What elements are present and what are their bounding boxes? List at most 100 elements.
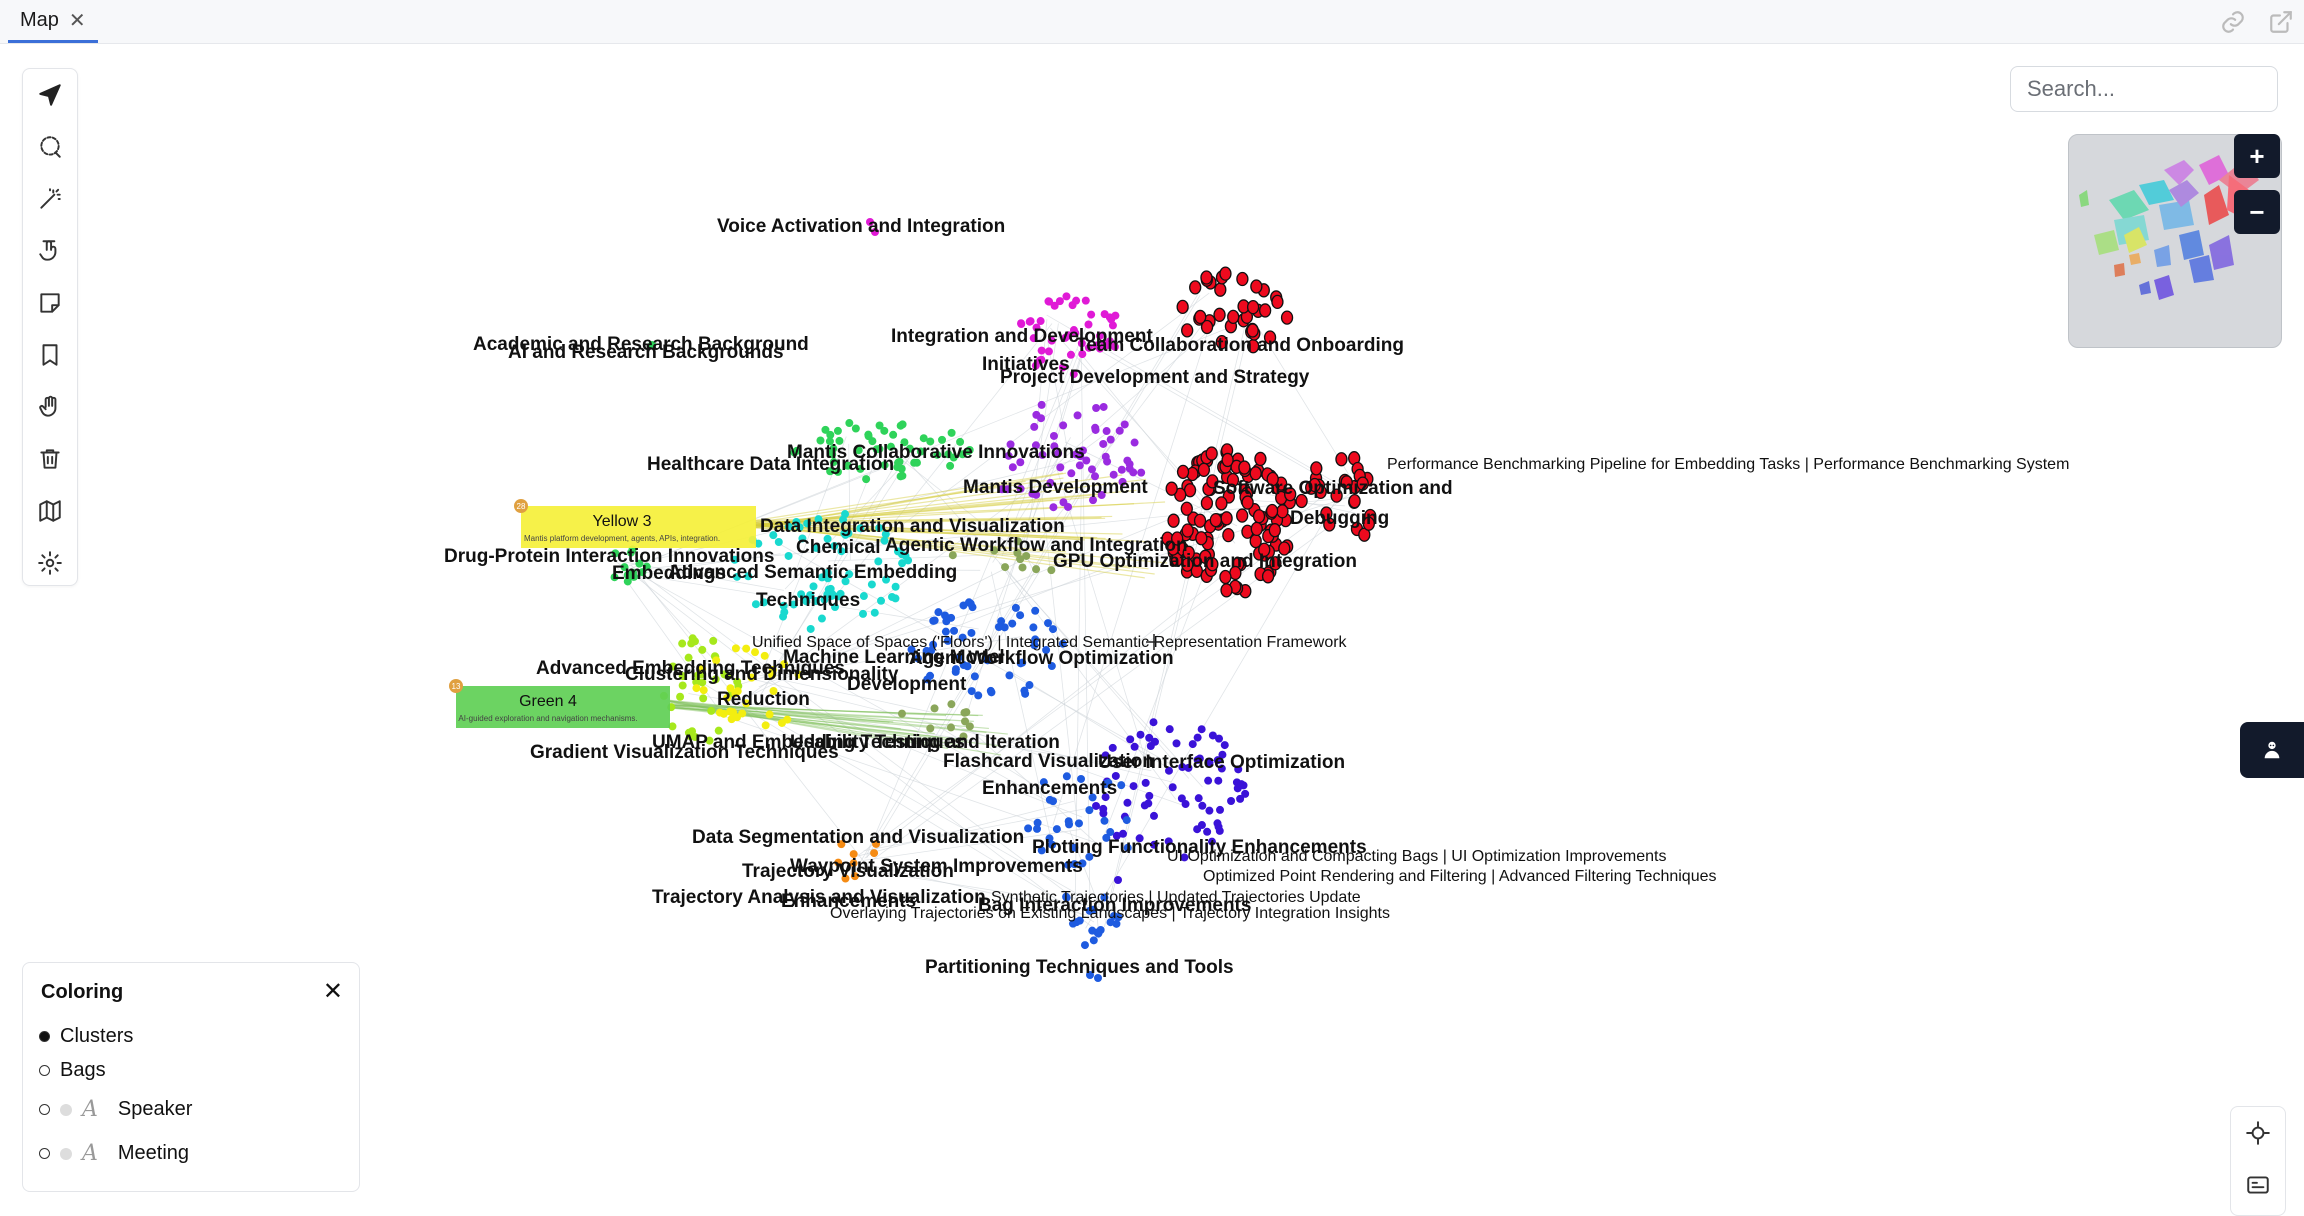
map-point (941, 611, 950, 620)
map-point (1106, 435, 1115, 444)
map-point (1252, 509, 1266, 524)
navigate-icon[interactable] (32, 77, 68, 113)
map-point (960, 708, 969, 717)
cluster-label[interactable]: AI and Research Backgrounds (508, 342, 784, 363)
agent-panel-button[interactable] (2240, 722, 2304, 778)
cluster-label[interactable]: Debugging (1290, 508, 1389, 529)
map-point (1136, 730, 1145, 739)
cluster-label[interactable]: Gradient Visualization Techniques (530, 742, 839, 763)
map-point (1214, 776, 1223, 785)
map-point (1130, 438, 1139, 447)
radio-icon[interactable] (39, 1065, 50, 1076)
bookmark-icon[interactable] (32, 337, 68, 373)
map-point (1100, 816, 1109, 825)
map-point (1145, 733, 1154, 742)
map-point (1068, 301, 1077, 310)
map-point (1205, 446, 1218, 461)
map-point (692, 684, 701, 693)
coloring-option-clusters[interactable]: Clusters (39, 1025, 133, 1048)
cluster-label[interactable]: Reduction (717, 689, 810, 710)
map-point (888, 592, 897, 601)
pointer-hand-icon[interactable] (32, 233, 68, 269)
coloring-option-speaker[interactable]: A Speaker (39, 1097, 192, 1122)
cluster-label[interactable]: Trajectory Visualization (742, 861, 954, 882)
cluster-label[interactable]: Data Segmentation and Visualization (692, 827, 1024, 848)
map-point (1335, 452, 1348, 467)
link-icon[interactable] (2220, 9, 2246, 40)
map-point (1106, 828, 1115, 837)
cluster-label[interactable]: Advanced Semantic Embedding (668, 562, 957, 583)
map-point (845, 419, 854, 428)
sticky-note[interactable]: 13 Green 4 AI-guided exploration and navig… (449, 679, 670, 728)
map-point (707, 706, 716, 715)
cluster-label[interactable]: Partitioning Techniques and Tools (925, 957, 1234, 978)
map-point (1214, 282, 1227, 297)
settings-icon[interactable] (32, 545, 68, 581)
map-point (1018, 563, 1027, 572)
item-label[interactable]: UI Optimization and Compacting Bags | UI… (1167, 848, 1666, 865)
cluster-label[interactable]: Techniques (756, 590, 860, 611)
item-label[interactable]: Synthetic Trajectories | Updated Traject… (991, 889, 1361, 906)
cluster-label[interactable]: Voice Activation and Integration (717, 216, 1005, 237)
pan-hand-icon[interactable] (32, 389, 68, 425)
map-point (731, 644, 740, 653)
sticky-note[interactable]: 28 Yellow 3 Mantis platform development, a… (514, 499, 756, 548)
item-label[interactable]: Performance Benchmarking Pipeline for Em… (1387, 456, 2069, 473)
cluster-label[interactable]: Data Integration and Visualization (760, 516, 1065, 537)
map-point (1092, 801, 1101, 810)
map-point (1140, 801, 1149, 810)
map-point (1011, 603, 1020, 612)
map-point (1180, 501, 1193, 516)
coloring-option-meeting[interactable]: A Meeting (39, 1141, 189, 1166)
item-label[interactable]: Unified Space of Spaces ('Floors') | Int… (752, 634, 1348, 651)
map-point (738, 709, 747, 718)
cluster-label[interactable]: Chemical (796, 537, 880, 558)
cluster-label[interactable]: Mantis Development (963, 477, 1148, 498)
map-point (817, 614, 826, 623)
cluster-label[interactable]: Development (847, 674, 967, 695)
toggle-icon[interactable] (60, 1103, 72, 1116)
coloring-close-icon[interactable]: ✕ (323, 977, 343, 1006)
map-point (1168, 783, 1177, 792)
external-link-icon[interactable] (2268, 9, 2294, 40)
toggle-icon[interactable] (60, 1147, 72, 1160)
recenter-icon[interactable] (2240, 1115, 2276, 1151)
magic-wand-icon[interactable] (32, 181, 68, 217)
item-label[interactable]: Overlaying Trajectories on Existing Land… (830, 905, 1390, 922)
top-right-icons (2220, 9, 2294, 40)
radio-icon[interactable] (39, 1104, 50, 1115)
map-point (896, 421, 905, 430)
map-icon[interactable] (32, 493, 68, 529)
radio-selected-icon[interactable] (39, 1031, 50, 1042)
cluster-label[interactable]: Agent Workflow Optimization (909, 648, 1174, 669)
trash-icon[interactable] (32, 441, 68, 477)
cluster-label[interactable]: Healthcare Data Integration (647, 454, 894, 475)
map-point (1259, 303, 1272, 318)
tab-close-icon[interactable]: ✕ (69, 8, 86, 33)
cluster-label[interactable]: Project Development and Strategy (1000, 367, 1310, 388)
cluster-label[interactable]: Team Collaboration and Onboarding (1076, 335, 1404, 356)
search-input[interactable] (2010, 66, 2278, 112)
map-point (1198, 801, 1207, 810)
tab-map[interactable]: Map ✕ (8, 0, 98, 43)
map-point (1194, 794, 1203, 803)
cluster-label[interactable]: User Interface Optimization (1098, 752, 1345, 773)
lasso-select-icon[interactable] (32, 129, 68, 165)
map-point (1085, 806, 1094, 815)
coloring-option-bags[interactable]: Bags (39, 1059, 106, 1082)
zoom-out-button[interactable]: − (2234, 190, 2280, 234)
item-label[interactable]: Optimized Point Rendering and Filtering … (1203, 868, 1716, 885)
radio-icon[interactable] (39, 1148, 50, 1159)
map-point (774, 538, 783, 547)
zoom-in-button[interactable]: + (2234, 134, 2280, 178)
map-point (1033, 824, 1042, 833)
map-point (1091, 425, 1100, 434)
cluster-label[interactable]: Enhancements (982, 778, 1117, 799)
map-point (1250, 279, 1263, 294)
map-point (891, 582, 900, 591)
sticky-note-icon[interactable] (32, 285, 68, 321)
legend-icon[interactable] (2240, 1167, 2276, 1203)
cluster-label[interactable]: GPU Optimization and Integration (1053, 551, 1357, 572)
cluster-label[interactable]: Software Optimization and (1213, 478, 1453, 499)
map-point (1254, 451, 1267, 467)
